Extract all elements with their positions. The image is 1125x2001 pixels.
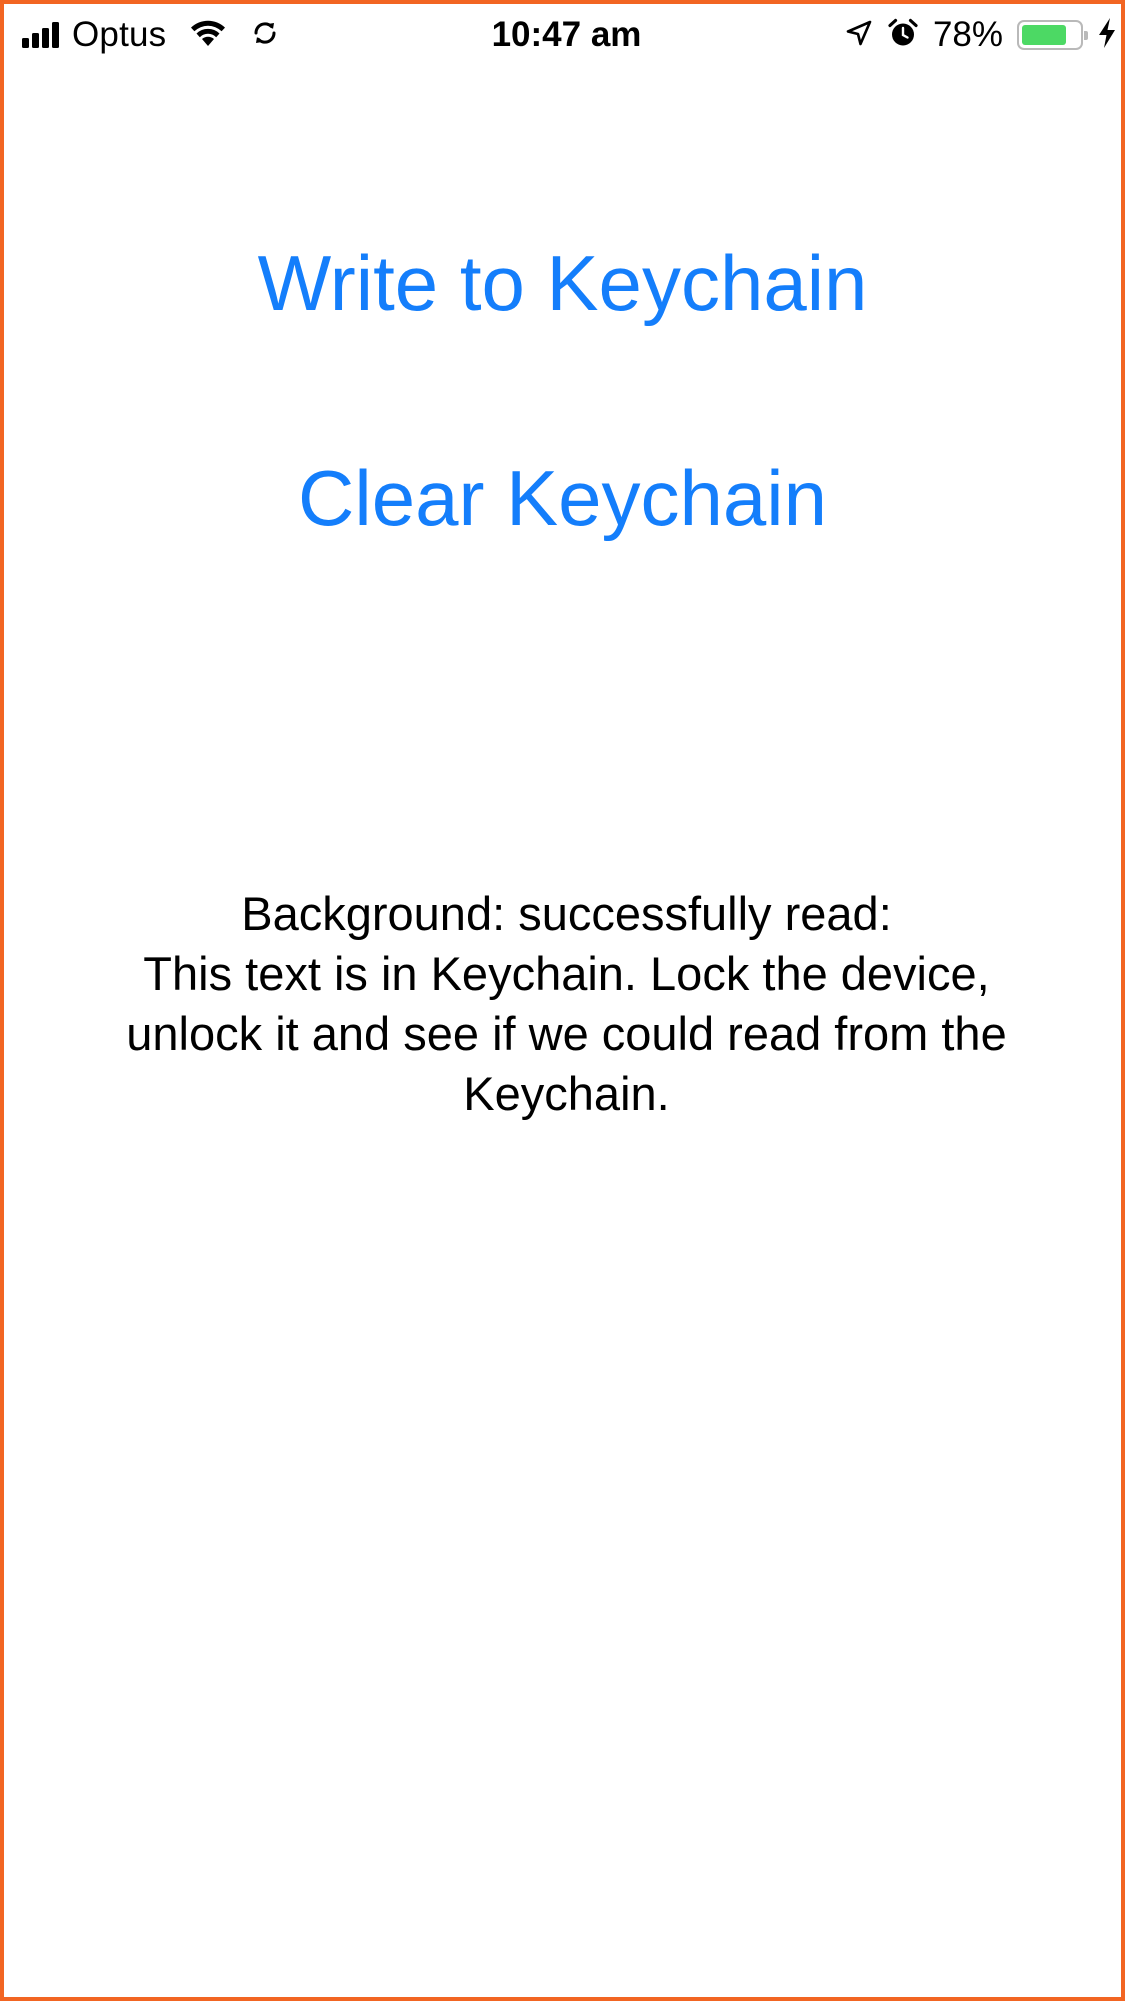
result-line: Keychain. [463, 1067, 670, 1120]
device-frame: Optus 10:47 am 78% Write to Keychain Cle… [0, 0, 1125, 2001]
result-line: unlock it and see if we could read from … [126, 1007, 1007, 1060]
write-to-keychain-button[interactable]: Write to Keychain [4, 238, 1121, 328]
status-bar: Optus 10:47 am 78% [4, 4, 1125, 66]
status-bar-right: 78% [831, 14, 1117, 56]
result-line: Background: successfully read: [241, 887, 892, 940]
keychain-result-text: Background: successfully read: This text… [64, 884, 1069, 1124]
charging-bolt-icon [1097, 17, 1117, 54]
clear-keychain-button[interactable]: Clear Keychain [4, 453, 1121, 543]
location-arrow-icon [845, 19, 873, 52]
battery-level-fill [1022, 25, 1066, 45]
battery-percentage: 78% [932, 15, 1003, 54]
result-line: This text is in Keychain. Lock the devic… [143, 947, 990, 1000]
battery-icon [1017, 20, 1088, 50]
alarm-icon [887, 17, 919, 54]
